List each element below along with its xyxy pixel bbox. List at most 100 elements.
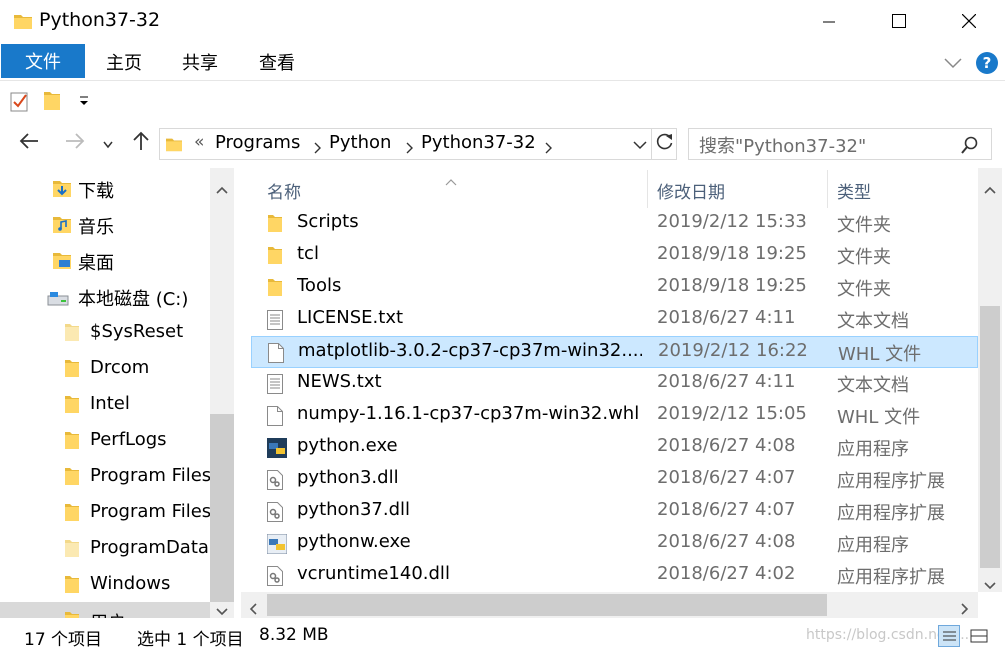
title-bar: Python37-32 bbox=[0, 0, 1005, 44]
sidebar-item-local-disk-c[interactable]: 本地磁盘 (C:) bbox=[0, 278, 210, 314]
horizontal-scrollbar-thumb[interactable] bbox=[267, 594, 827, 616]
file-row[interactable]: python3.dll 2018/6/27 4:07 应用程序扩展 bbox=[251, 464, 978, 496]
sidebar-item-downloads[interactable]: 下载 bbox=[0, 170, 210, 206]
overflow-crumbs[interactable]: « bbox=[194, 132, 204, 152]
up-button[interactable] bbox=[126, 128, 156, 158]
file-type: 应用程序 bbox=[837, 535, 909, 556]
large-icons-view-button[interactable] bbox=[968, 625, 990, 647]
file-row[interactable]: numpy-1.16.1-cp37-cp37m-win32.whl 2019/2/… bbox=[251, 400, 978, 432]
scroll-up-icon[interactable] bbox=[216, 178, 228, 199]
file-row[interactable]: matplotlib-3.0.2-cp37-cp37m-win32.... 201… bbox=[251, 336, 978, 368]
search-box[interactable]: 搜索"Python37-32" bbox=[688, 128, 992, 160]
file-name: Scripts bbox=[297, 211, 359, 232]
scroll-up-icon[interactable] bbox=[984, 178, 996, 199]
tab-home[interactable]: 主页 bbox=[96, 44, 152, 80]
minimize-button[interactable] bbox=[794, 0, 864, 44]
sidebar-item-intel[interactable]: Intel bbox=[0, 386, 210, 422]
sidebar-item-windows[interactable]: Windows bbox=[0, 566, 210, 602]
file-name: numpy-1.16.1-cp37-cp37m-win32.whl bbox=[297, 403, 640, 424]
file-row[interactable]: NEWS.txt 2018/6/27 4:11 文本文档 bbox=[251, 368, 978, 400]
column-divider[interactable] bbox=[647, 170, 648, 208]
file-date: 2018/9/18 19:25 bbox=[657, 243, 807, 264]
breadcrumb-python[interactable]: Python bbox=[329, 132, 391, 153]
forward-button[interactable] bbox=[60, 128, 90, 158]
help-button[interactable]: ? bbox=[976, 52, 998, 74]
file-name: Tools bbox=[297, 275, 342, 296]
tab-file[interactable]: 文件 bbox=[1, 44, 85, 78]
address-bar[interactable]: « Programs Python Python37-32 bbox=[159, 128, 677, 160]
sidebar-item-program-files-x86[interactable]: Program Files bbox=[0, 494, 211, 530]
sidebar-item-users[interactable]: 用户 bbox=[0, 602, 210, 618]
file-date: 2019/2/12 15:33 bbox=[657, 211, 807, 232]
refresh-button[interactable] bbox=[651, 129, 677, 159]
file-name: LICENSE.txt bbox=[297, 307, 404, 328]
scroll-down-icon[interactable] bbox=[984, 574, 996, 595]
properties-icon[interactable] bbox=[10, 90, 30, 117]
sidebar-item-sysreset[interactable]: $SysReset bbox=[0, 314, 210, 350]
ribbon-tabs: 文件 主页 共享 查看 ? bbox=[0, 44, 1005, 80]
search-placeholder[interactable]: 搜索"Python37-32" bbox=[699, 132, 866, 158]
sidebar-item-perflogs[interactable]: PerfLogs bbox=[0, 422, 210, 458]
scroll-left-icon[interactable] bbox=[249, 599, 257, 620]
sidebar-item-label: Program Files bbox=[90, 465, 212, 486]
minimize-icon bbox=[823, 12, 835, 33]
file-name: tcl bbox=[297, 243, 319, 264]
file-date: 2018/6/27 4:08 bbox=[657, 531, 796, 552]
folder-icon bbox=[65, 611, 79, 618]
file-row[interactable]: Tools 2018/9/18 19:25 文件夹 bbox=[251, 272, 978, 304]
expand-ribbon-icon[interactable] bbox=[944, 53, 962, 74]
file-row[interactable]: vcruntime140.dll 2018/6/27 4:02 应用程序扩展 bbox=[251, 560, 978, 592]
help-icon: ? bbox=[982, 54, 992, 72]
file-date: 2018/6/27 4:11 bbox=[657, 371, 796, 392]
column-header-type[interactable]: 类型 bbox=[837, 178, 871, 203]
sidebar-scrollbar-thumb[interactable] bbox=[210, 414, 234, 602]
close-button[interactable] bbox=[934, 0, 1004, 44]
file-name: python37.dll bbox=[297, 499, 411, 520]
sidebar-item-program-files[interactable]: Program Files bbox=[0, 458, 212, 494]
arrow-left-icon bbox=[19, 132, 39, 154]
sidebar-item-label: Windows bbox=[90, 573, 171, 594]
file-row[interactable]: tcl 2018/9/18 19:25 文件夹 bbox=[251, 240, 978, 272]
folder-icon bbox=[65, 575, 79, 598]
recent-locations-button[interactable] bbox=[96, 128, 120, 158]
file-row[interactable]: Scripts 2019/2/12 15:33 文件夹 bbox=[251, 208, 978, 240]
file-row[interactable]: LICENSE.txt 2018/6/27 4:11 文本文档 bbox=[251, 304, 978, 336]
column-divider[interactable] bbox=[827, 170, 828, 208]
file-row[interactable]: python.exe 2018/6/27 4:08 应用程序 bbox=[251, 432, 978, 464]
scroll-right-icon[interactable] bbox=[961, 599, 969, 620]
file-type: WHL 文件 bbox=[837, 407, 921, 428]
search-icon[interactable] bbox=[961, 136, 979, 159]
column-header-date[interactable]: 修改日期 bbox=[657, 178, 725, 203]
back-button[interactable] bbox=[14, 128, 44, 158]
file-row[interactable]: python37.dll 2018/6/27 4:07 应用程序扩展 bbox=[251, 496, 978, 528]
file-name: python3.dll bbox=[297, 467, 399, 488]
tab-share[interactable]: 共享 bbox=[172, 44, 228, 80]
address-history-button[interactable] bbox=[627, 129, 651, 159]
column-header-name[interactable]: 名称 bbox=[267, 178, 301, 203]
sidebar-item-music[interactable]: 音乐 bbox=[0, 206, 210, 242]
sort-ascending-icon bbox=[445, 170, 457, 191]
file-date: 2018/6/27 4:02 bbox=[657, 563, 796, 584]
file-row[interactable]: pythonw.exe 2018/6/27 4:08 应用程序 bbox=[251, 528, 978, 560]
customize-toolbar-icon[interactable] bbox=[78, 93, 90, 114]
tab-view[interactable]: 查看 bbox=[249, 44, 305, 80]
file-type: 文件夹 bbox=[837, 215, 891, 236]
vertical-scrollbar-thumb[interactable] bbox=[980, 306, 1000, 568]
file-date: 2018/6/27 4:07 bbox=[657, 499, 796, 520]
chevron-right-icon[interactable] bbox=[314, 138, 322, 159]
sidebar-item-programdata[interactable]: ProgramData bbox=[0, 530, 210, 566]
chevron-right-icon[interactable] bbox=[406, 138, 414, 159]
new-folder-icon[interactable] bbox=[44, 90, 60, 115]
chevron-right-icon[interactable] bbox=[545, 138, 553, 159]
breadcrumb-programs[interactable]: Programs bbox=[215, 132, 300, 153]
details-view-button[interactable] bbox=[938, 625, 960, 647]
maximize-button[interactable] bbox=[864, 0, 934, 44]
breadcrumb-python37-32[interactable]: Python37-32 bbox=[421, 132, 536, 153]
file-list-horizontal-scrollbar[interactable] bbox=[241, 592, 978, 618]
maximize-icon bbox=[892, 12, 906, 33]
folder-icon bbox=[267, 278, 283, 301]
sidebar-item-desktop[interactable]: 桌面 bbox=[0, 242, 210, 278]
sidebar-item-drcom[interactable]: Drcom bbox=[0, 350, 210, 386]
file-list-vertical-scrollbar[interactable] bbox=[978, 168, 1002, 592]
sidebar-scrollbar[interactable] bbox=[210, 168, 234, 618]
